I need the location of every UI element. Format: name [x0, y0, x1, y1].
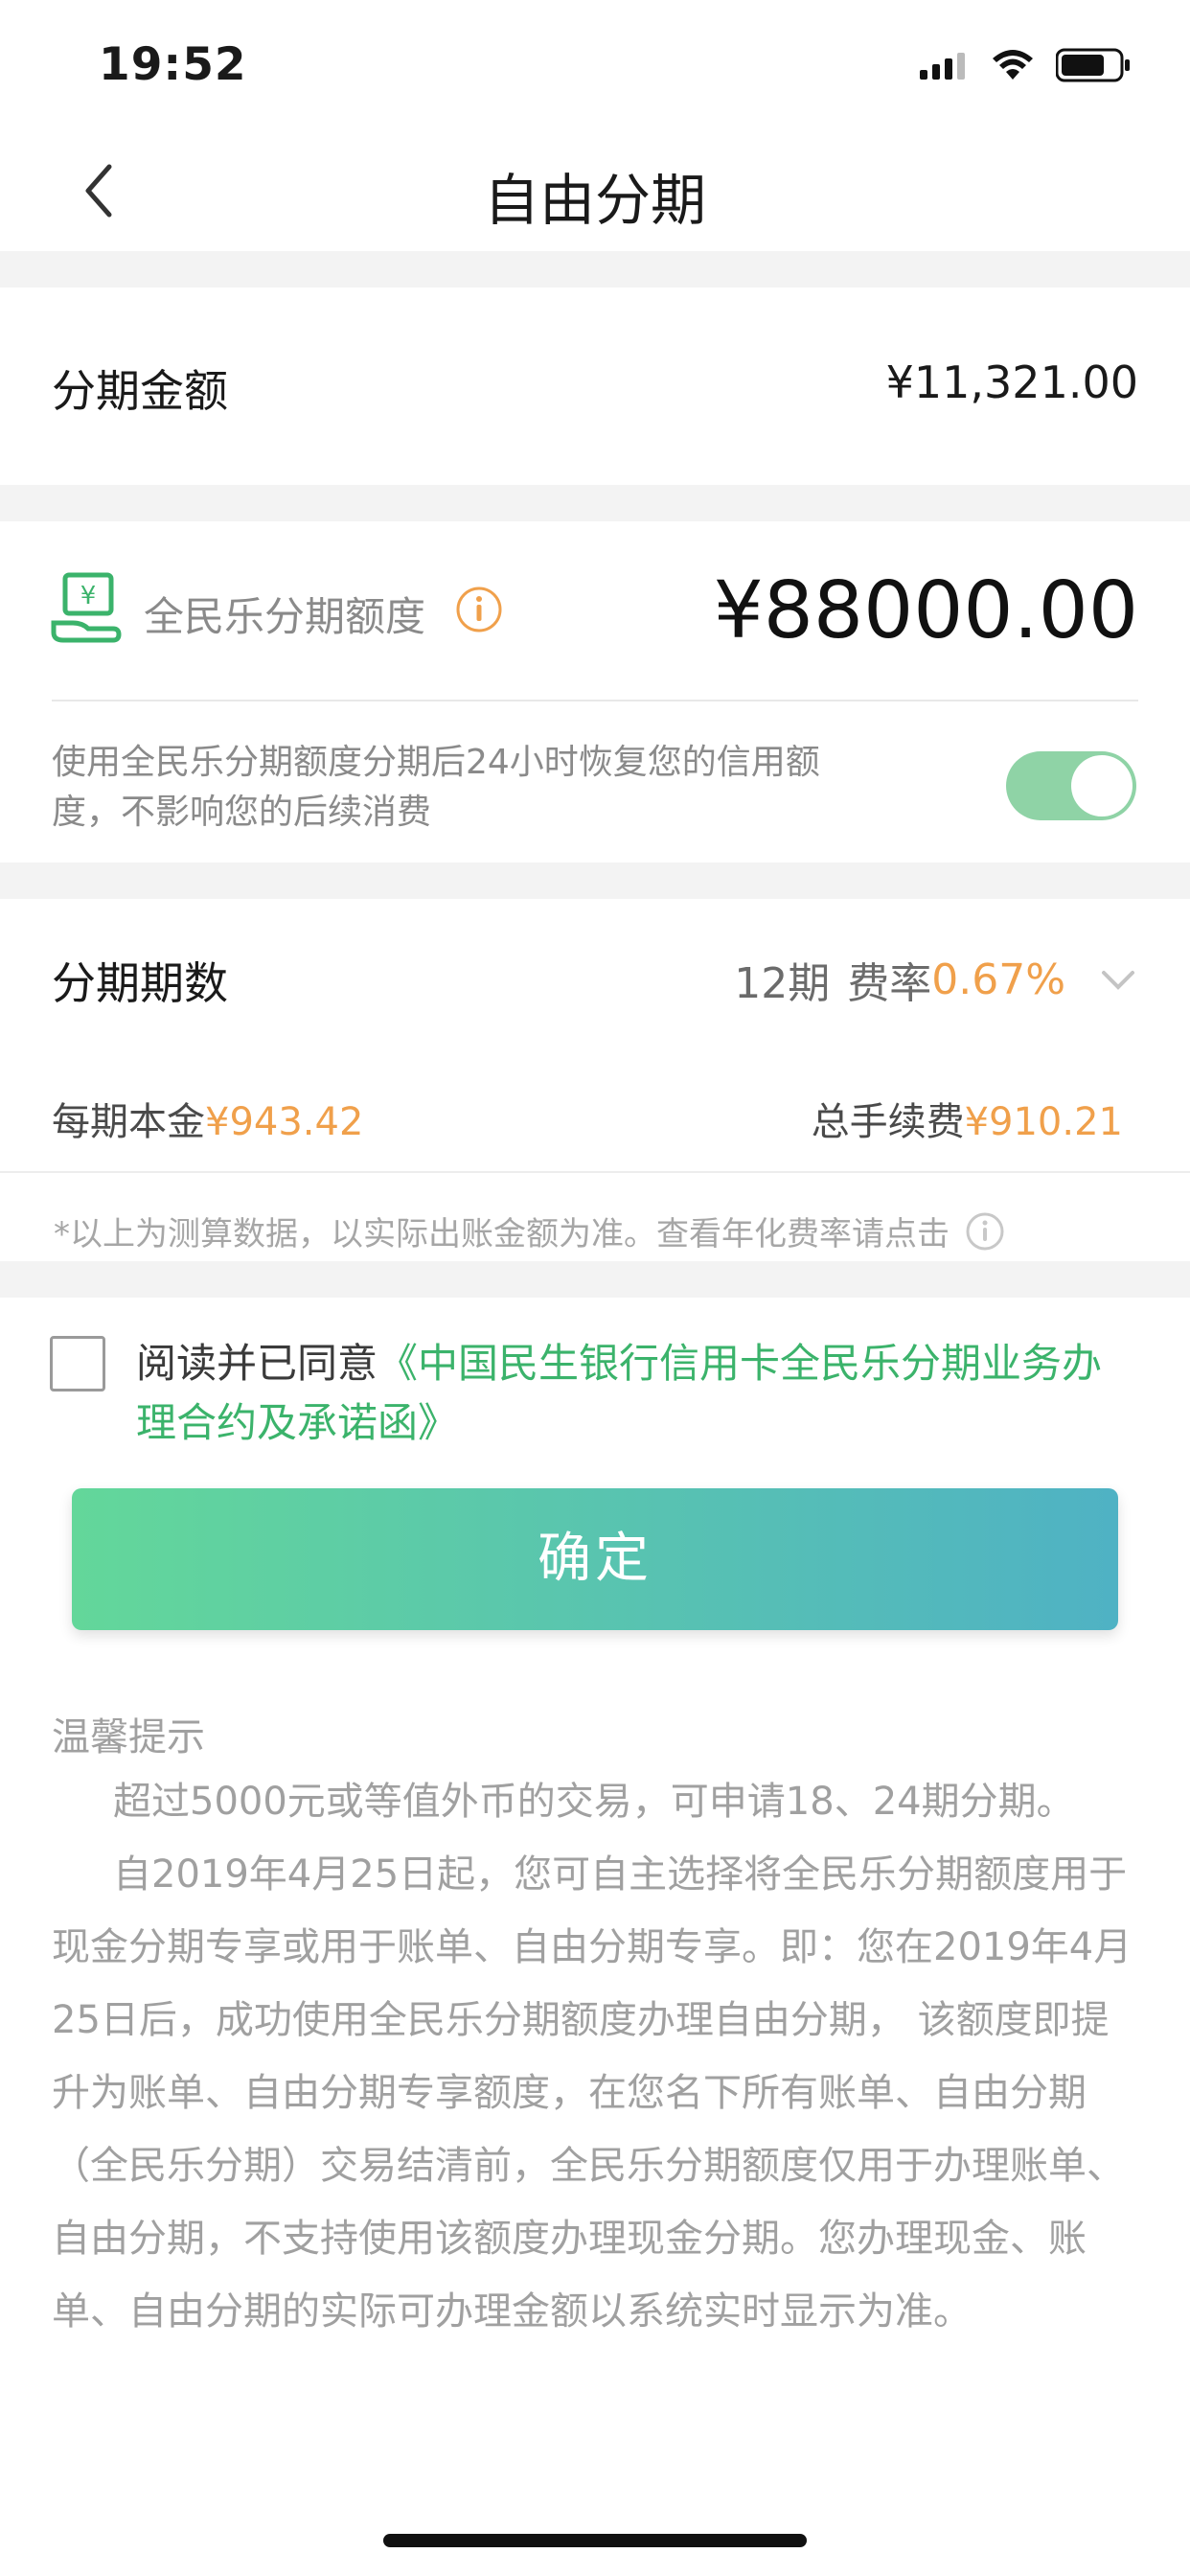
page-title: 自由分期: [483, 168, 706, 233]
info-icon: [456, 586, 502, 632]
section-gap: [0, 862, 1190, 899]
principal-value: ¥943.42: [205, 1100, 364, 1144]
amount-label: 分期金额: [52, 365, 228, 417]
section-gap: [0, 1261, 1190, 1298]
installment-label: 分期期数: [52, 957, 228, 1009]
calc-note: *以上为测算数据，以实际出账金额为准。查看年化费率请点击: [54, 1208, 1005, 1254]
home-indicator[interactable]: [383, 2534, 807, 2547]
wifi-icon: [993, 50, 1033, 80]
info-icon[interactable]: [965, 1211, 1005, 1252]
svg-text:¥: ¥: [80, 582, 97, 610]
quota-description: 使用全民乐分期额度分期后24小时恢复您的信用额度，不影响您的后续消费: [52, 743, 820, 832]
signal-icon: [920, 53, 965, 80]
tips-title: 温馨提示: [52, 1715, 205, 1760]
tips-paragraph-2: 自2019年4月25日起，您可自主选择将全民乐分期额度用于现金分期专享或用于账单…: [52, 1852, 1133, 2334]
toggle-knob: [1071, 755, 1133, 816]
cash-hand-icon: ¥: [51, 572, 122, 643]
amount-value: ¥11,321.00: [885, 356, 1138, 408]
installment-periods: 12期: [734, 959, 831, 1008]
amount-section: 分期金额 ¥11,321.00: [0, 288, 1190, 485]
rate-label: 费率: [847, 959, 932, 1008]
fee-value: ¥910.21: [964, 1100, 1123, 1144]
fee-row: 总手续费¥910.21: [812, 1091, 1123, 1146]
calc-note-text: *以上为测算数据，以实际出账金额为准。查看年化费率请点击: [54, 1215, 950, 1254]
section-gap: [0, 251, 1190, 288]
chevron-down-icon: [1102, 971, 1134, 990]
rate-value: 0.67%: [931, 954, 1065, 1004]
agreement-checkbox[interactable]: [50, 1336, 105, 1392]
battery-icon: [1056, 48, 1130, 82]
agreement-prefix: 阅读并已同意: [136, 1340, 378, 1387]
divider: [0, 1171, 1190, 1173]
status-bar: 19:52: [0, 0, 1190, 126]
divider: [52, 700, 1138, 702]
installment-selector[interactable]: 12期 费率 0.67%: [734, 949, 1138, 1010]
agreement-text: 阅读并已同意《中国民生银行信用卡全民乐分期业务办理合约及承诺函》: [136, 1334, 1138, 1453]
status-icons: [920, 42, 1131, 88]
fee-label: 总手续费: [811, 1100, 965, 1144]
quota-value: ¥88000.00: [713, 565, 1138, 656]
section-gap: [0, 485, 1190, 521]
installment-section: 分期期数 12期 费率 0.67% 每期本金¥943.42 总手续费¥910.2…: [0, 899, 1190, 1261]
status-time: 19:52: [99, 38, 247, 91]
info-button[interactable]: [454, 585, 504, 634]
confirm-button[interactable]: 确定: [72, 1488, 1118, 1630]
quota-toggle[interactable]: [1006, 751, 1136, 820]
quota-label: 全民乐分期额度: [144, 593, 426, 640]
principal-label: 每期本金: [52, 1100, 205, 1144]
nav-bar: 自由分期: [0, 126, 1190, 251]
tips-paragraph-1: 超过5000元或等值外币的交易，可申请18、24期分期。: [113, 1780, 1075, 1824]
tips-body: 超过5000元或等值外币的交易，可申请18、24期分期。 自2019年4月25日…: [52, 1765, 1138, 2348]
principal-row: 每期本金¥943.42: [52, 1091, 363, 1146]
quota-section: ¥ 全民乐分期额度 ¥88000.00 使用全民乐分期额度分期后24小时恢复您的…: [0, 521, 1190, 862]
